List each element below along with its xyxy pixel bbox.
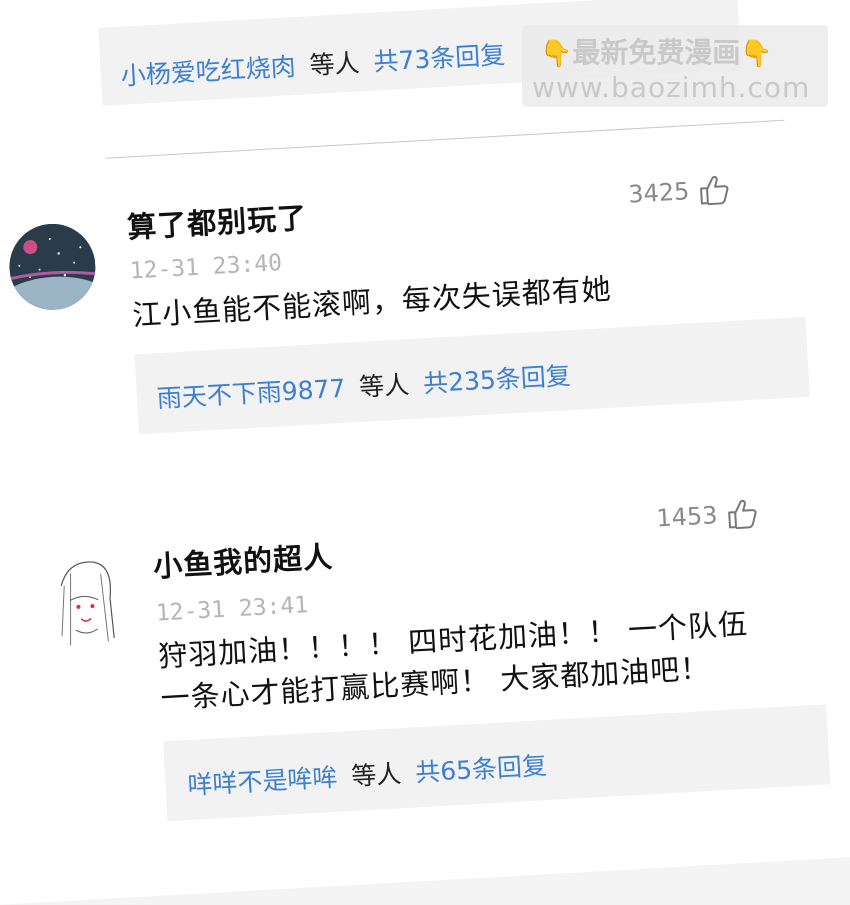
reply-middle-text: 等人	[308, 48, 361, 81]
comment-time: 12-31 23:41	[155, 592, 309, 627]
like-count: 3425	[627, 177, 691, 209]
like-button[interactable]: 3425	[627, 173, 730, 211]
pointing-down-icon: 👇	[740, 39, 773, 69]
watermark-url: www.baozimh.com	[532, 71, 811, 104]
divider	[105, 119, 785, 159]
pointing-down-icon: 👇	[540, 39, 573, 69]
avatar-sketch-girl-image	[37, 552, 134, 657]
avatar[interactable]	[37, 552, 134, 657]
watermark: 👇最新免费漫画👇 www.baozimh.com	[522, 25, 828, 107]
watermark-title: 最新免费漫画	[572, 36, 741, 69]
reply-middle-text: 等人	[358, 370, 411, 402]
reply-user-link[interactable]: 咩咩不是哞哞	[187, 763, 338, 800]
reply-user-link[interactable]: 雨天不下雨9877	[156, 374, 346, 413]
comment-username[interactable]: 算了都别玩了	[126, 195, 308, 247]
like-count: 1453	[655, 501, 719, 533]
reply-count-link[interactable]: 共235条回复	[422, 361, 571, 398]
thumbs-up-icon	[700, 175, 729, 206]
reply-count-link[interactable]: 共65条回复	[414, 751, 547, 787]
avatar-planet-image	[7, 221, 98, 313]
comment-username[interactable]: 小鱼我的超人	[152, 534, 334, 586]
reply-summary[interactable]: 咩咩不是哞哞 等人 共65条回复	[163, 704, 831, 822]
like-button[interactable]: 1453	[656, 497, 759, 535]
thumbs-up-icon	[728, 499, 757, 530]
reply-middle-text: 等人	[350, 759, 403, 791]
avatar[interactable]	[7, 221, 98, 313]
reply-count-link[interactable]: 共73条回复	[373, 40, 506, 76]
comment-time: 12-31 23:40	[129, 250, 283, 285]
comment-page: 小杨爱吃红烧肉 等人 共73条回复 算了都别玩了 3425 12-31 23:40 …	[0, 0, 850, 905]
reply-user-link[interactable]: 小杨爱吃红烧肉	[120, 52, 296, 91]
reply-summary[interactable]: 雨天不下雨9877 等人 共235条回复	[134, 316, 810, 435]
